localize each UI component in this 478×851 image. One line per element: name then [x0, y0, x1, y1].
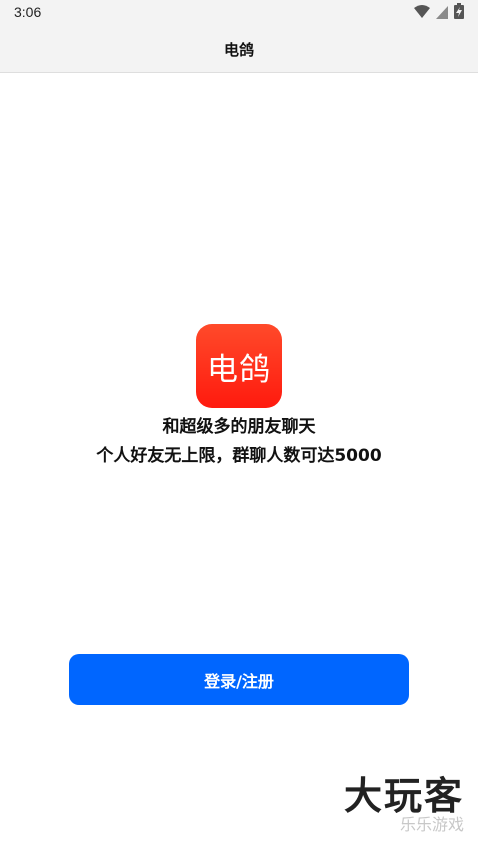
login-register-button[interactable]: 登录/注册 — [69, 654, 409, 705]
watermark-main-text: 大玩客 — [343, 773, 464, 818]
watermark-logo: 大玩客 乐乐游戏 — [294, 777, 464, 837]
wifi-icon — [414, 4, 430, 23]
page-title: 电鸽 — [223, 40, 254, 59]
app-logo: 电鸽 — [196, 324, 282, 408]
app-logo-text: 电鸽 — [207, 351, 271, 388]
title-bar: 电鸽 — [0, 26, 478, 73]
status-icons — [414, 3, 464, 23]
signal-icon — [436, 4, 448, 23]
tagline-secondary: 个人好友无上限，群聊人数可达5000 — [96, 446, 382, 466]
battery-charging-icon — [454, 3, 464, 23]
watermark-sub-text: 乐乐游戏 — [399, 815, 464, 834]
tagline-primary: 和超级多的朋友聊天 — [162, 417, 316, 437]
status-time: 3:06 — [14, 4, 42, 20]
status-bar: 3:06 — [0, 0, 478, 26]
